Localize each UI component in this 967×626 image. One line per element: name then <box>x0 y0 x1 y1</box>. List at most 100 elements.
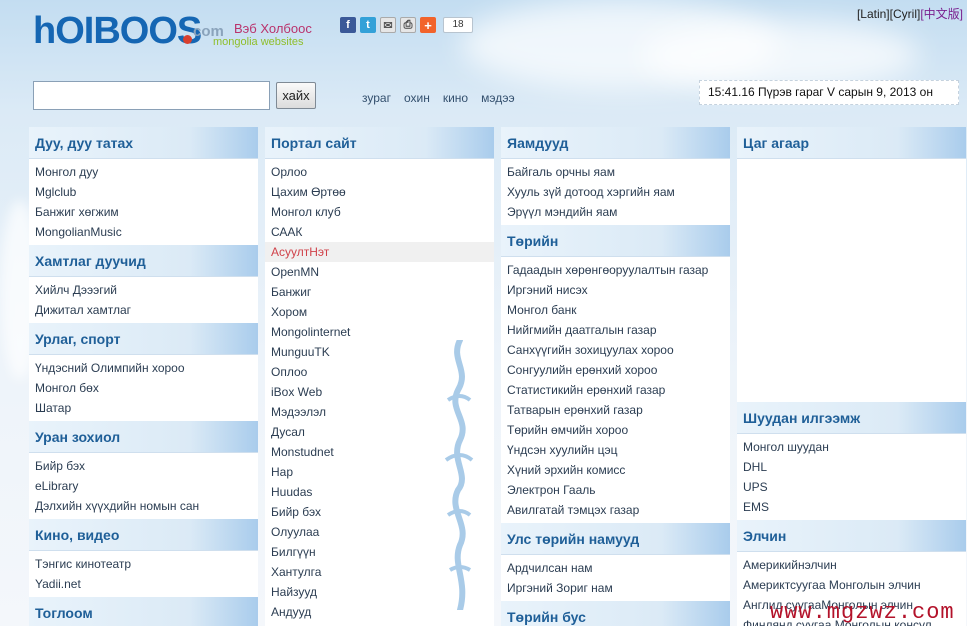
site-link[interactable]: Хууль зүй дотоод хэргийн яам <box>501 182 730 202</box>
site-link[interactable]: Нийгмийн даатгалын газар <box>501 320 730 340</box>
search-nav-item[interactable]: кино <box>443 91 468 105</box>
watermark-text: www.mgzwz.com <box>770 600 955 625</box>
lang-cyril-link[interactable]: [Cyril] <box>890 7 921 21</box>
site-tagline: Вэб Холбоос <box>234 21 312 36</box>
site-link[interactable]: Америктсуугаа Монголын элчин <box>737 575 966 595</box>
site-link[interactable]: Орлоо <box>265 162 494 182</box>
site-link[interactable]: Татварын ерөнхий газар <box>501 400 730 420</box>
section-heading: Кино, видео <box>29 519 258 551</box>
link-list: Монгол шуудан DHL UPS EMS <box>737 434 966 520</box>
search-nav-item[interactable]: мэдээ <box>481 91 515 105</box>
site-link[interactable]: Хором <box>265 302 494 322</box>
site-link[interactable]: Статистикийн ерөнхий газар <box>501 380 730 400</box>
section-heading: Портал сайт <box>265 127 494 159</box>
mongolian-script-ornament <box>444 340 474 610</box>
social-share-bar: f t ✉ ⎙ + 18 <box>340 16 473 34</box>
site-link[interactable]: Монгол дуу <box>29 162 258 182</box>
site-link[interactable]: Yadii.net <box>29 574 258 594</box>
site-link[interactable]: Шатар <box>29 398 258 418</box>
site-link[interactable]: Mongolinternet <box>265 322 494 342</box>
site-link[interactable]: Банжиг <box>265 282 494 302</box>
logo-dot <box>183 35 192 44</box>
search-category-nav: зураг охин кино мэдээ <box>362 91 515 105</box>
site-link[interactable]: Дэлхийн хүүхдийн номын сан <box>29 496 258 516</box>
site-link[interactable]: Авилгатай тэмцэх газар <box>501 500 730 520</box>
lang-chinese-link[interactable]: [中文版] <box>920 7 963 21</box>
language-switch: [Latin][Cyril][中文版] <box>857 5 963 22</box>
search-button[interactable]: хайх <box>276 82 316 109</box>
column-music-arts: Дуу, дуу татах Монгол дуу Mglclub Банжиг хө… <box>29 127 258 626</box>
site-link[interactable]: Эрүүл мэндийн яам <box>501 202 730 222</box>
section-heading: Дуу, дуу татах <box>29 127 258 159</box>
logo-text: hOIBOOS <box>33 10 202 52</box>
site-link[interactable]: Электрон Гааль <box>501 480 730 500</box>
site-link[interactable]: Хийлч Дэээгий <box>29 280 258 300</box>
section-heading: Тоглоом <box>29 597 258 626</box>
site-link[interactable]: Монгол банк <box>501 300 730 320</box>
section-heading: Төрийн бус <box>501 601 730 626</box>
link-list: Тэнгис кинотеатр Yadii.net <box>29 551 258 597</box>
site-link[interactable]: Иргэний нисэх <box>501 280 730 300</box>
site-link[interactable]: Монгол шуудан <box>737 437 966 457</box>
site-link[interactable]: Санхүүгийн зохицуулах хороо <box>501 340 730 360</box>
site-link[interactable]: UPS <box>737 477 966 497</box>
share-count: 18 <box>443 17 473 33</box>
site-link[interactable]: OpenMN <box>265 262 494 282</box>
link-list: Бийр бэх eLibrary Дэлхийн хүүхдийн номын с… <box>29 453 258 519</box>
link-list: Ардчилсан нам Иргэний Зориг нам <box>501 555 730 601</box>
search-nav-item[interactable]: зураг <box>362 91 391 105</box>
link-list: Монгол дуу Mglclub Банжиг хөгжим MongolianM… <box>29 159 258 245</box>
site-link[interactable]: Монгол клуб <box>265 202 494 222</box>
site-link[interactable]: АсуултНэт <box>265 242 494 262</box>
section-heading: Улс төрийн намууд <box>501 523 730 555</box>
site-link[interactable]: Банжиг хөгжим <box>29 202 258 222</box>
site-link[interactable]: Гадаадын хөрөнгөоруулалтын газар <box>501 260 730 280</box>
site-link[interactable]: СААК <box>265 222 494 242</box>
section-heading: Төрийн <box>501 225 730 257</box>
link-list: Гадаадын хөрөнгөоруулалтын газар Иргэний … <box>501 257 730 523</box>
site-link[interactable]: Ардчилсан нам <box>501 558 730 578</box>
site-link[interactable]: DHL <box>737 457 966 477</box>
lang-latin-link[interactable]: [Latin] <box>857 7 890 21</box>
link-list: Хийлч Дэээгий Дижитал хамтлаг <box>29 277 258 323</box>
site-link[interactable]: Монгол бөх <box>29 378 258 398</box>
section-heading: Шуудан илгээмж <box>737 402 966 434</box>
facebook-icon[interactable]: f <box>340 17 356 33</box>
site-link[interactable]: Дижитал хамтлаг <box>29 300 258 320</box>
site-link[interactable]: Төрийн өмчийн хороо <box>501 420 730 440</box>
site-link[interactable]: Хүний эрхийн комисс <box>501 460 730 480</box>
site-link[interactable]: Mglclub <box>29 182 258 202</box>
link-list: Үндэсний Олимпийн хороо Монгол бөх Шатар <box>29 355 258 421</box>
site-link[interactable]: MongolianMusic <box>29 222 258 242</box>
site-link[interactable]: Сонгуулийн ерөнхий хороо <box>501 360 730 380</box>
section-heading: Уран зохиол <box>29 421 258 453</box>
column-government: Яамдууд Байгаль орчны яам Хууль зүй дотоод… <box>501 127 730 626</box>
section-heading: Элчин <box>737 520 966 552</box>
print-icon[interactable]: ⎙ <box>400 17 416 33</box>
weather-widget-area <box>737 159 966 402</box>
section-heading: Урлаг, спорт <box>29 323 258 355</box>
search-nav-item[interactable]: охин <box>404 91 430 105</box>
site-link[interactable]: eLibrary <box>29 476 258 496</box>
section-heading: Хамтлаг дуучид <box>29 245 258 277</box>
site-link[interactable]: Үндэсний Олимпийн хороо <box>29 358 258 378</box>
site-logo[interactable]: hOIBOOS com <box>33 11 233 51</box>
email-icon[interactable]: ✉ <box>380 17 396 33</box>
twitter-icon[interactable]: t <box>360 17 376 33</box>
header: hOIBOOS com Вэб Холбоос mongolia website… <box>0 0 967 120</box>
site-link[interactable]: Байгаль орчны яам <box>501 162 730 182</box>
link-list: Байгаль орчны яам Хууль зүй дотоод хэргий… <box>501 159 730 225</box>
section-heading: Яамдууд <box>501 127 730 159</box>
search-input[interactable] <box>33 81 270 110</box>
site-link[interactable]: EMS <box>737 497 966 517</box>
share-plus-icon[interactable]: + <box>420 17 436 33</box>
site-link[interactable]: Цахим Өртөө <box>265 182 494 202</box>
site-link[interactable]: Тэнгис кинотеатр <box>29 554 258 574</box>
site-link[interactable]: Иргэний Зориг нам <box>501 578 730 598</box>
site-subtitle: mongolia websites <box>213 36 304 48</box>
site-link[interactable]: Бийр бэх <box>29 456 258 476</box>
date-time-display: 15:41.16 Пүрэв гараг V сарын 9, 2013 он <box>699 80 959 105</box>
site-link[interactable]: Америкийнэлчин <box>737 555 966 575</box>
site-link[interactable]: Үндсэн хуулийн цэц <box>501 440 730 460</box>
section-heading: Цаг агаар <box>737 127 966 159</box>
